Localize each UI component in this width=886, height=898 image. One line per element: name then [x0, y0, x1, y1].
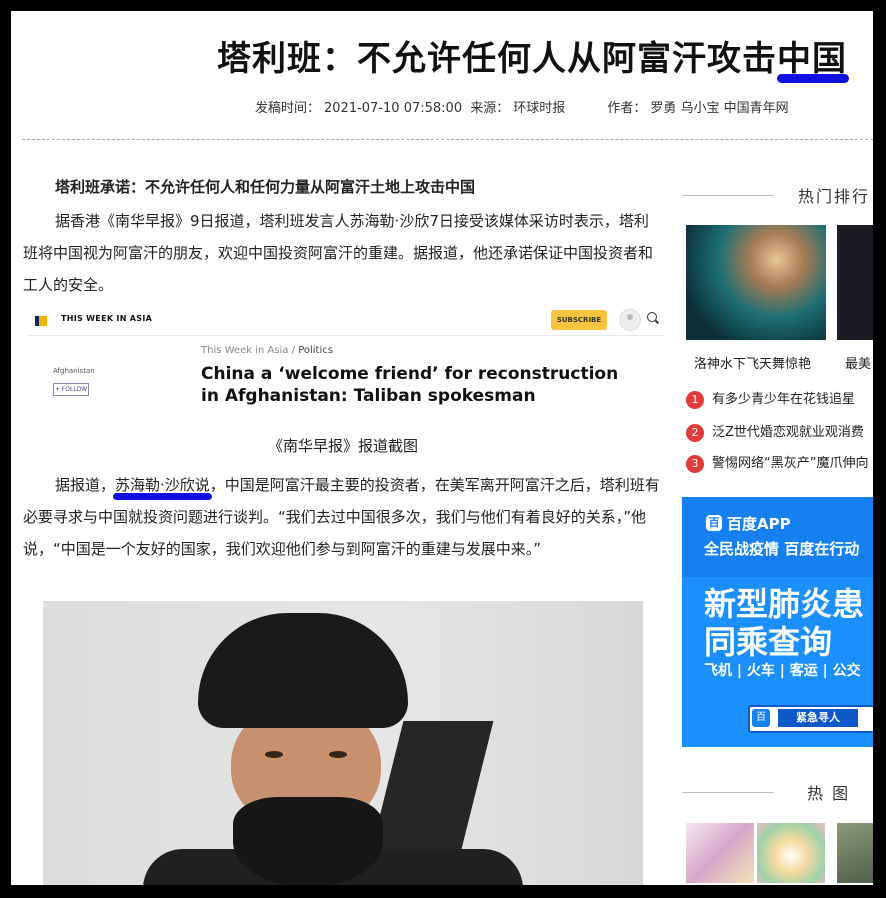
- hot-pictures-title: 热 图: [807, 784, 851, 803]
- hot-thumb-caption-1[interactable]: 洛神水下飞天舞惊艳: [694, 353, 811, 372]
- hot-picture-3[interactable]: [837, 823, 873, 883]
- article-body-2: 据报道，苏海勒·沙欣说，中国是阿富汗最主要的投资者，在美军离开阿富汗之后，塔利班…: [23, 469, 663, 565]
- ad-search-button[interactable]: 紧急寻人: [778, 709, 858, 727]
- hot-thumb-1[interactable]: [686, 225, 826, 340]
- hot-picture-1[interactable]: [686, 823, 754, 883]
- article-title: 塔利班：不允许任何人从阿富汗攻击中国: [217, 39, 847, 79]
- rank-number: 3: [686, 454, 704, 473]
- embed-crumb-2: Politics: [298, 345, 333, 356]
- ad-search-box[interactable]: 百 紧急寻人: [748, 705, 873, 733]
- article-body-top: 塔利班承诺：不允许任何人和任何力量从阿富汗土地上攻击中国 据香港《南华早报》9日…: [23, 171, 663, 301]
- rank-item[interactable]: 2 泛Z世代婚恋观就业观消费: [686, 421, 873, 442]
- rank-text[interactable]: 有多少青少年在花钱追星: [712, 392, 855, 407]
- search-icon: [647, 312, 657, 322]
- spokesman-photo: [43, 601, 643, 885]
- publish-label: 发稿时间：: [255, 101, 321, 116]
- ad-header: [682, 497, 873, 577]
- embed-header: THIS WEEK IN ASIA SUBSCRIBE: [27, 305, 665, 336]
- rank-item[interactable]: 3 警惕网络“黑灰产”魔爪伸向: [686, 452, 873, 473]
- right-eye: [329, 751, 347, 758]
- highlighted-name: 苏海勒·沙欣说: [115, 476, 210, 494]
- image-caption: 《南华早报》报道截图: [267, 437, 418, 455]
- embed-breadcrumb: This Week in Asia / Politics: [201, 345, 333, 356]
- embed-crumb-1: This Week in Asia /: [201, 345, 295, 356]
- turban: [198, 613, 408, 728]
- publish-time: 2021-07-10 07:58:00: [324, 101, 463, 116]
- author-names: 罗勇 乌小宝 中国青年网: [650, 101, 789, 116]
- baidu-paw-icon: 百: [706, 515, 722, 531]
- embed-subscribe-button: SUBSCRIBE: [551, 310, 607, 330]
- ad-slogan: 全民战疫情 百度在行动: [704, 540, 860, 558]
- source-link[interactable]: 环球时报: [513, 101, 565, 116]
- rank-number: 1: [686, 390, 704, 409]
- left-eye: [265, 751, 283, 758]
- ad-headline-2: 同乘查询: [704, 623, 833, 661]
- news-page: 塔利班：不允许任何人从阿富汗攻击中国 发稿时间： 2021-07-10 07:58…: [11, 11, 873, 885]
- ad-transport-modes: 飞机 | 火车 | 客运 | 公交: [704, 663, 861, 679]
- ad-app-name: 百度APP: [727, 515, 791, 533]
- article-paragraph-2: 据报道，苏海勒·沙欣说，中国是阿富汗最主要的投资者，在美军离开阿富汗之后，塔利班…: [23, 469, 663, 565]
- sidebar-rule-2: [682, 792, 774, 793]
- embed-follow-button: + FOLLOW: [53, 383, 89, 396]
- hot-thumb-caption-2[interactable]: 最美: [845, 353, 871, 372]
- embed-topic: Afghanistan: [53, 367, 95, 375]
- hot-thumb-2[interactable]: [837, 225, 873, 340]
- scmp-screenshot: THIS WEEK IN ASIA SUBSCRIBE Afghanistan …: [27, 305, 665, 419]
- embed-headline: China a ‘welcome friend’ for reconstruct…: [201, 364, 619, 406]
- baidu-ad-banner[interactable]: 百 百度APP 全民战疫情 百度在行动 新型肺炎患 同乘查询 飞机 | 火车 |…: [682, 497, 873, 747]
- scmp-logo-icon: [35, 316, 47, 326]
- author-label: 作者：: [607, 101, 647, 116]
- user-icon: [619, 309, 641, 331]
- rank-text[interactable]: 泛Z世代婚恋观就业观消费: [712, 425, 864, 440]
- beard: [233, 797, 383, 885]
- article-lead: 塔利班承诺：不允许任何人和任何力量从阿富汗土地上攻击中国: [55, 178, 476, 196]
- hot-picture-2[interactable]: [757, 823, 825, 883]
- divider: [22, 139, 873, 140]
- rank-item[interactable]: 1 有多少青少年在花钱追星: [686, 388, 873, 409]
- annotation-underline: [777, 74, 849, 83]
- source-label: 来源：: [470, 101, 510, 116]
- baidu-paw-icon-small: 百: [752, 709, 770, 727]
- hot-ranking-title: 热门排行: [798, 187, 871, 206]
- article-meta: 发稿时间： 2021-07-10 07:58:00 来源： 环球时报 作者： 罗勇 乌…: [255, 97, 793, 116]
- embed-brand: THIS WEEK IN ASIA: [61, 314, 153, 323]
- sidebar-rule: [682, 195, 774, 196]
- rank-number: 2: [686, 423, 704, 442]
- para2-pre: 据报道，: [55, 476, 116, 494]
- rank-text[interactable]: 警惕网络“黑灰产”魔爪伸向: [712, 456, 868, 471]
- article-paragraph-1: 据香港《南华早报》9日报道，塔利班发言人苏海勒·沙欣7日接受该媒体采访时表示，塔…: [23, 212, 654, 294]
